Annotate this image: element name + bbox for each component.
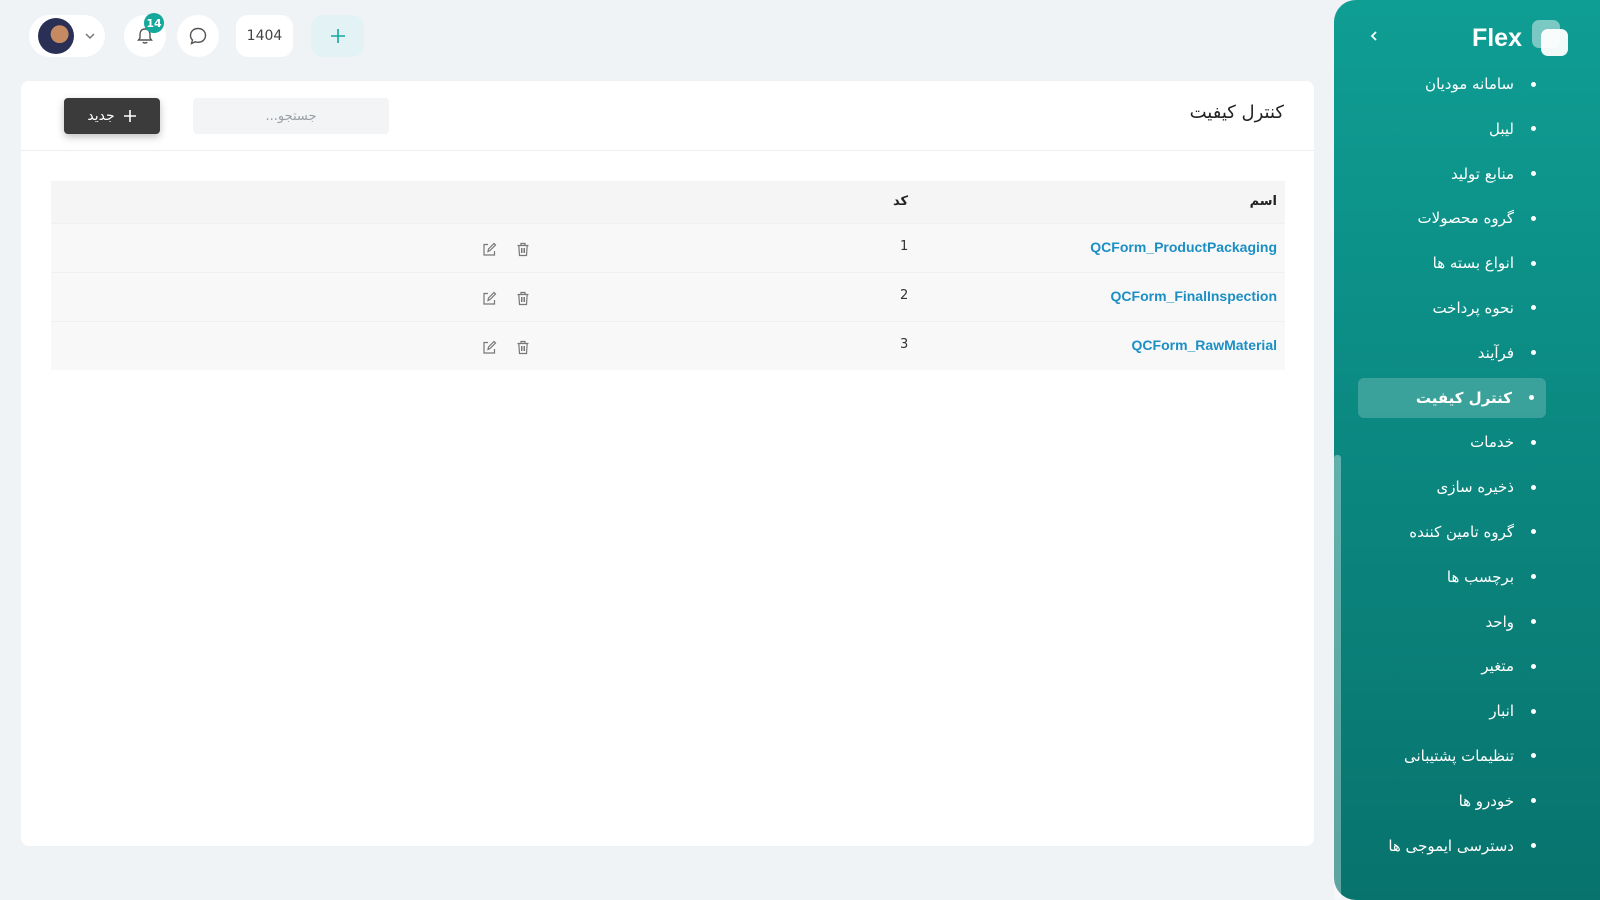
bullet-icon bbox=[1531, 439, 1536, 445]
sidebar-item-warehouse[interactable]: انبار bbox=[1358, 691, 1548, 731]
plus-icon bbox=[123, 110, 136, 122]
chat-button[interactable] bbox=[177, 15, 219, 57]
user-menu[interactable] bbox=[29, 15, 105, 57]
column-header-name[interactable]: اسم bbox=[1250, 194, 1277, 209]
sidebar: Flex سامانه مودیان لیبل منابع تولید گروه… bbox=[1334, 0, 1600, 900]
edit-icon bbox=[482, 242, 496, 256]
new-button-label: جدید bbox=[87, 108, 115, 124]
chat-icon bbox=[189, 27, 207, 45]
sidebar-item-services[interactable]: خدمات bbox=[1358, 422, 1548, 462]
edit-button[interactable] bbox=[479, 239, 499, 259]
delete-button[interactable] bbox=[513, 239, 533, 259]
delete-button[interactable] bbox=[513, 288, 533, 308]
year-selector[interactable]: 1404 bbox=[236, 15, 293, 57]
bullet-icon bbox=[1531, 708, 1536, 714]
row-name-link[interactable]: QCForm_FinalInspection bbox=[1111, 288, 1277, 304]
row-name-link[interactable]: QCForm_RawMaterial bbox=[1132, 337, 1277, 353]
chevron-left-icon bbox=[1370, 31, 1377, 41]
sidebar-item-payment-methods[interactable]: نحوه پرداخت bbox=[1358, 288, 1548, 328]
bullet-icon bbox=[1531, 843, 1536, 849]
sidebar-item-supplier-group[interactable]: گروه تامین کننده bbox=[1358, 512, 1548, 552]
logo-text: Flex bbox=[1471, 23, 1522, 52]
edit-button[interactable] bbox=[479, 288, 499, 308]
bullet-icon bbox=[1529, 395, 1534, 401]
column-header-code[interactable]: کد bbox=[893, 194, 908, 209]
bullet-icon bbox=[1531, 305, 1536, 311]
table-header: اسم کد bbox=[51, 181, 1285, 223]
bullet-icon bbox=[1531, 619, 1536, 625]
sidebar-item-label[interactable]: لیبل bbox=[1358, 109, 1548, 149]
table-row: QCForm_RawMaterial 3 bbox=[51, 321, 1285, 370]
row-actions bbox=[479, 288, 533, 308]
row-code: 1 bbox=[900, 239, 909, 254]
chevron-down-icon bbox=[85, 33, 95, 40]
data-table: اسم کد QCForm_ProductPackaging 1 QCForm_… bbox=[51, 181, 1285, 370]
edit-icon bbox=[482, 291, 496, 305]
search-input[interactable] bbox=[193, 98, 389, 134]
new-button[interactable]: جدید bbox=[64, 98, 160, 134]
notification-badge: 14 bbox=[144, 13, 164, 33]
logo-icon bbox=[1530, 18, 1570, 58]
bullet-icon bbox=[1531, 484, 1536, 490]
bullet-icon bbox=[1531, 215, 1536, 221]
notifications-button[interactable]: 14 bbox=[124, 13, 166, 57]
sidebar-item-taxpayers-system[interactable]: سامانه مودیان bbox=[1358, 64, 1548, 104]
row-code: 2 bbox=[900, 288, 909, 303]
row-actions bbox=[479, 239, 533, 259]
quick-add-button[interactable] bbox=[311, 15, 364, 57]
row-name-link[interactable]: QCForm_ProductPackaging bbox=[1090, 239, 1277, 255]
trash-icon bbox=[517, 242, 529, 256]
table-row: QCForm_ProductPackaging 1 bbox=[51, 223, 1285, 272]
bullet-icon bbox=[1531, 81, 1536, 87]
bullet-icon bbox=[1531, 260, 1536, 266]
sidebar-item-storage[interactable]: ذخیره سازی bbox=[1358, 467, 1548, 507]
app-logo[interactable]: Flex bbox=[1472, 18, 1570, 58]
year-label: 1404 bbox=[246, 28, 283, 44]
card-header: کنترل کیفیت جدید bbox=[21, 81, 1314, 151]
sidebar-item-emoji-access[interactable]: دسترسی ایموجی ها bbox=[1358, 826, 1548, 866]
sidebar-collapse-button[interactable] bbox=[1362, 24, 1386, 48]
sidebar-item-unit[interactable]: واحد bbox=[1358, 602, 1548, 642]
row-actions bbox=[479, 337, 533, 357]
bullet-icon bbox=[1531, 798, 1536, 804]
avatar bbox=[38, 18, 74, 54]
bullet-icon bbox=[1531, 663, 1536, 669]
bullet-icon bbox=[1531, 171, 1536, 177]
sidebar-item-process[interactable]: فرآیند bbox=[1358, 333, 1548, 373]
sidebar-item-support-settings[interactable]: تنظیمات پشتیبانی bbox=[1358, 736, 1548, 776]
sidebar-nav: سامانه مودیان لیبل منابع تولید گروه محصو… bbox=[1334, 64, 1600, 870]
trash-icon bbox=[517, 291, 529, 305]
bullet-icon bbox=[1531, 350, 1536, 356]
row-code: 3 bbox=[900, 337, 909, 352]
table-row: QCForm_FinalInspection 2 bbox=[51, 272, 1285, 321]
bullet-icon bbox=[1531, 126, 1536, 132]
main-card: کنترل کیفیت جدید اسم کد QCForm_ProductPa… bbox=[21, 81, 1314, 846]
bullet-icon bbox=[1531, 574, 1536, 580]
sidebar-item-variable[interactable]: متغیر bbox=[1358, 646, 1548, 686]
sidebar-item-production-resources[interactable]: منابع تولید bbox=[1358, 154, 1548, 194]
bullet-icon bbox=[1531, 529, 1536, 535]
sidebar-item-product-groups[interactable]: گروه محصولات bbox=[1358, 198, 1548, 238]
page-title: کنترل کیفیت bbox=[1189, 102, 1284, 123]
edit-button[interactable] bbox=[479, 337, 499, 357]
plus-icon bbox=[330, 29, 345, 43]
delete-button[interactable] bbox=[513, 337, 533, 357]
sidebar-item-quality-control[interactable]: کنترل کیفیت bbox=[1358, 377, 1546, 418]
sidebar-item-tags[interactable]: برچسب ها bbox=[1358, 557, 1548, 597]
sidebar-item-vehicles[interactable]: خودرو ها bbox=[1358, 781, 1548, 821]
trash-icon bbox=[517, 340, 529, 354]
sidebar-item-package-types[interactable]: انواع بسته ها bbox=[1358, 243, 1548, 283]
bullet-icon bbox=[1531, 753, 1536, 759]
edit-icon bbox=[482, 340, 496, 354]
